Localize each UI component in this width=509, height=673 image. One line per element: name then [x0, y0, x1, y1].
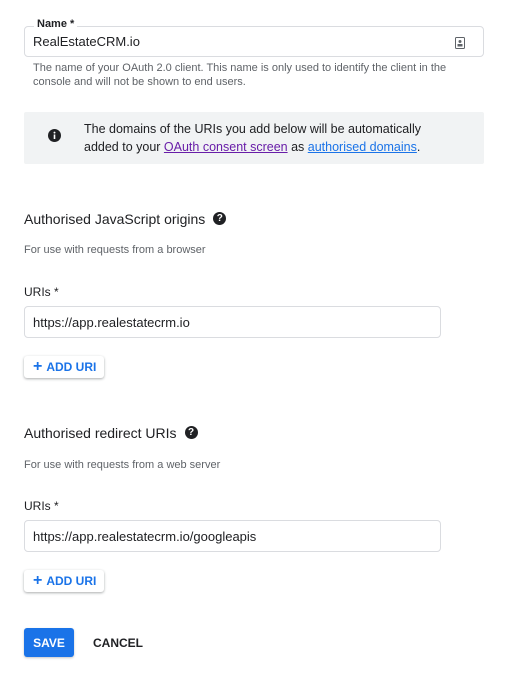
js-origin-uri-input[interactable]: https://app.realestatecrm.io	[24, 306, 441, 338]
cancel-button[interactable]: CANCEL	[88, 628, 148, 657]
info-icon	[48, 129, 61, 142]
save-button[interactable]: SAVE	[24, 628, 74, 657]
js-origins-hint: For use with requests from a browser	[24, 244, 206, 256]
info-text: The domains of the URIs you add below wi…	[84, 120, 454, 156]
js-origins-help-icon[interactable]: ?	[213, 212, 227, 225]
redirect-uris-label: URIs *	[24, 499, 59, 513]
plus-icon: +	[33, 571, 43, 589]
contact-card-icon[interactable]	[455, 36, 465, 49]
redirect-uris-hint: For use with requests from a web server	[24, 459, 221, 471]
info-banner: The domains of the URIs you add below wi…	[24, 112, 484, 164]
oauth-consent-screen-link[interactable]: OAuth consent screen	[164, 140, 288, 154]
redirect-uris-title: Authorised redirect URIs	[24, 424, 177, 441]
add-js-origin-uri-label: ADD URI	[46, 360, 97, 374]
info-text-end: .	[416, 140, 421, 154]
plus-icon: +	[33, 357, 43, 375]
name-field-value[interactable]: RealEstateCRM.io	[33, 27, 140, 56]
redirect-uri-value[interactable]: https://app.realestatecrm.io/googleapis	[33, 521, 256, 551]
js-origins-title: Authorised JavaScript origins	[24, 210, 206, 227]
js-origins-heading: Authorised JavaScript origins ?	[24, 210, 227, 227]
js-origin-uri-value[interactable]: https://app.realestatecrm.io	[33, 307, 190, 337]
redirect-uris-help-icon[interactable]: ?	[184, 426, 198, 439]
name-field-hint: The name of your OAuth 2.0 client. This …	[33, 62, 447, 88]
info-text-middle: as	[287, 140, 308, 154]
redirect-uri-input[interactable]: https://app.realestatecrm.io/googleapis	[24, 520, 441, 552]
add-js-origin-uri-button[interactable]: + ADD URI	[24, 356, 105, 378]
redirect-uris-heading: Authorised redirect URIs ?	[24, 424, 198, 441]
add-redirect-uri-button[interactable]: + ADD URI	[24, 570, 105, 592]
js-origins-uris-label: URIs *	[24, 285, 59, 299]
add-redirect-uri-label: ADD URI	[46, 574, 97, 588]
authorised-domains-link[interactable]: authorised domains	[308, 140, 417, 154]
name-field[interactable]: Name * RealEstateCRM.io	[24, 18, 484, 57]
